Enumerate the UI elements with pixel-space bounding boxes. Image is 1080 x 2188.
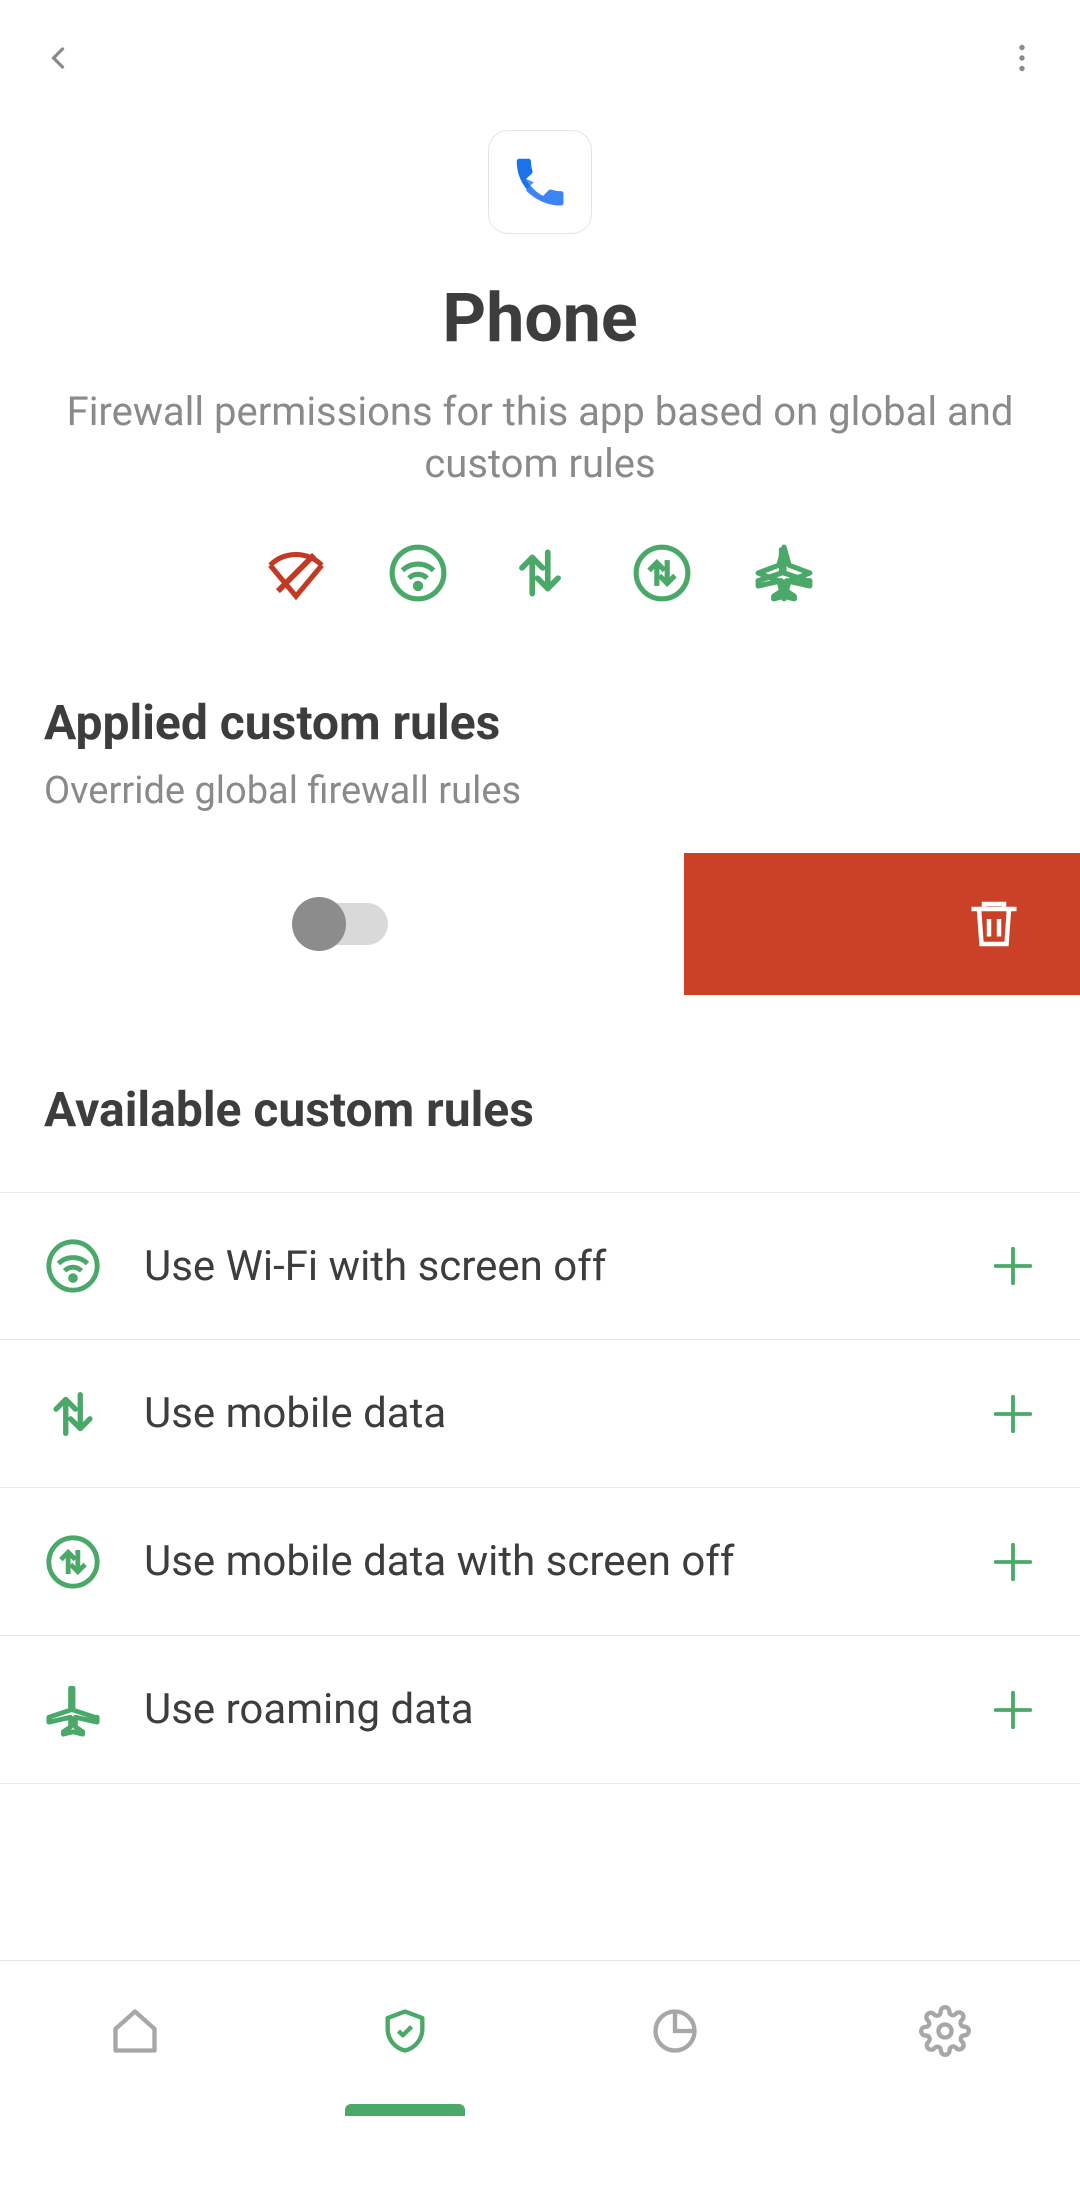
phone-icon	[509, 151, 571, 213]
mobile-data-icon	[44, 1385, 102, 1443]
rule-label: Use mobile data	[144, 1389, 990, 1438]
roaming-icon	[44, 1681, 102, 1739]
available-rules-title: Available custom rules	[0, 1081, 1080, 1138]
home-icon	[109, 2005, 161, 2057]
rule-roaming[interactable]: Use roaming data	[0, 1636, 1080, 1784]
rule-wifi-screenoff[interactable]: Use Wi-Fi with screen off	[0, 1192, 1080, 1340]
wifi-screenoff-icon	[44, 1237, 102, 1295]
rule-label: Use Wi-Fi with screen off	[144, 1242, 990, 1291]
pie-chart-icon	[649, 2005, 701, 2057]
back-icon	[40, 40, 76, 76]
nav-home[interactable]	[0, 1961, 270, 2100]
mobile-data-screenoff-icon[interactable]	[631, 542, 693, 604]
rule-label: Use mobile data with screen off	[144, 1537, 990, 1586]
plus-icon[interactable]	[990, 1687, 1036, 1733]
plus-icon[interactable]	[990, 1243, 1036, 1289]
rule-mobile-data[interactable]: Use mobile data	[0, 1340, 1080, 1488]
plus-icon[interactable]	[990, 1391, 1036, 1437]
toggle-knob	[292, 897, 346, 951]
mobile-data-icon[interactable]	[509, 542, 571, 604]
rule-label: Use roaming data	[144, 1685, 990, 1734]
wifi-blocked-icon[interactable]	[265, 542, 327, 604]
nav-firewall[interactable]	[270, 1961, 540, 2100]
app-title: Phone	[0, 278, 1080, 358]
gear-icon	[919, 2005, 971, 2057]
shield-check-icon	[379, 2005, 431, 2057]
bottom-nav	[0, 1960, 1080, 2100]
status-icon-row	[0, 542, 1080, 604]
rule-mobile-data-screenoff[interactable]: Use mobile data with screen off	[0, 1488, 1080, 1636]
plus-icon[interactable]	[990, 1539, 1036, 1585]
delete-rule-button[interactable]	[684, 853, 1080, 995]
more-menu-button[interactable]	[1004, 40, 1040, 80]
applied-rule-row	[0, 853, 1080, 995]
app-subtitle: Firewall permissions for this app based …	[0, 386, 1080, 490]
trash-icon	[964, 894, 1024, 954]
applied-rules-subtitle: Override global firewall rules	[0, 769, 1080, 813]
more-icon	[1004, 40, 1040, 76]
mobile-data-screenoff-icon	[44, 1533, 102, 1591]
available-rules-list: Use Wi-Fi with screen off Use mobile dat…	[0, 1192, 1080, 1784]
back-button[interactable]	[40, 40, 76, 80]
applied-rules-title: Applied custom rules	[0, 694, 1080, 751]
roaming-icon[interactable]	[753, 542, 815, 604]
nav-settings[interactable]	[810, 1961, 1080, 2100]
nav-active-indicator	[345, 2104, 465, 2116]
app-icon	[488, 130, 592, 234]
rule-toggle[interactable]	[296, 903, 388, 945]
nav-stats[interactable]	[540, 1961, 810, 2100]
wifi-screenoff-icon[interactable]	[387, 542, 449, 604]
